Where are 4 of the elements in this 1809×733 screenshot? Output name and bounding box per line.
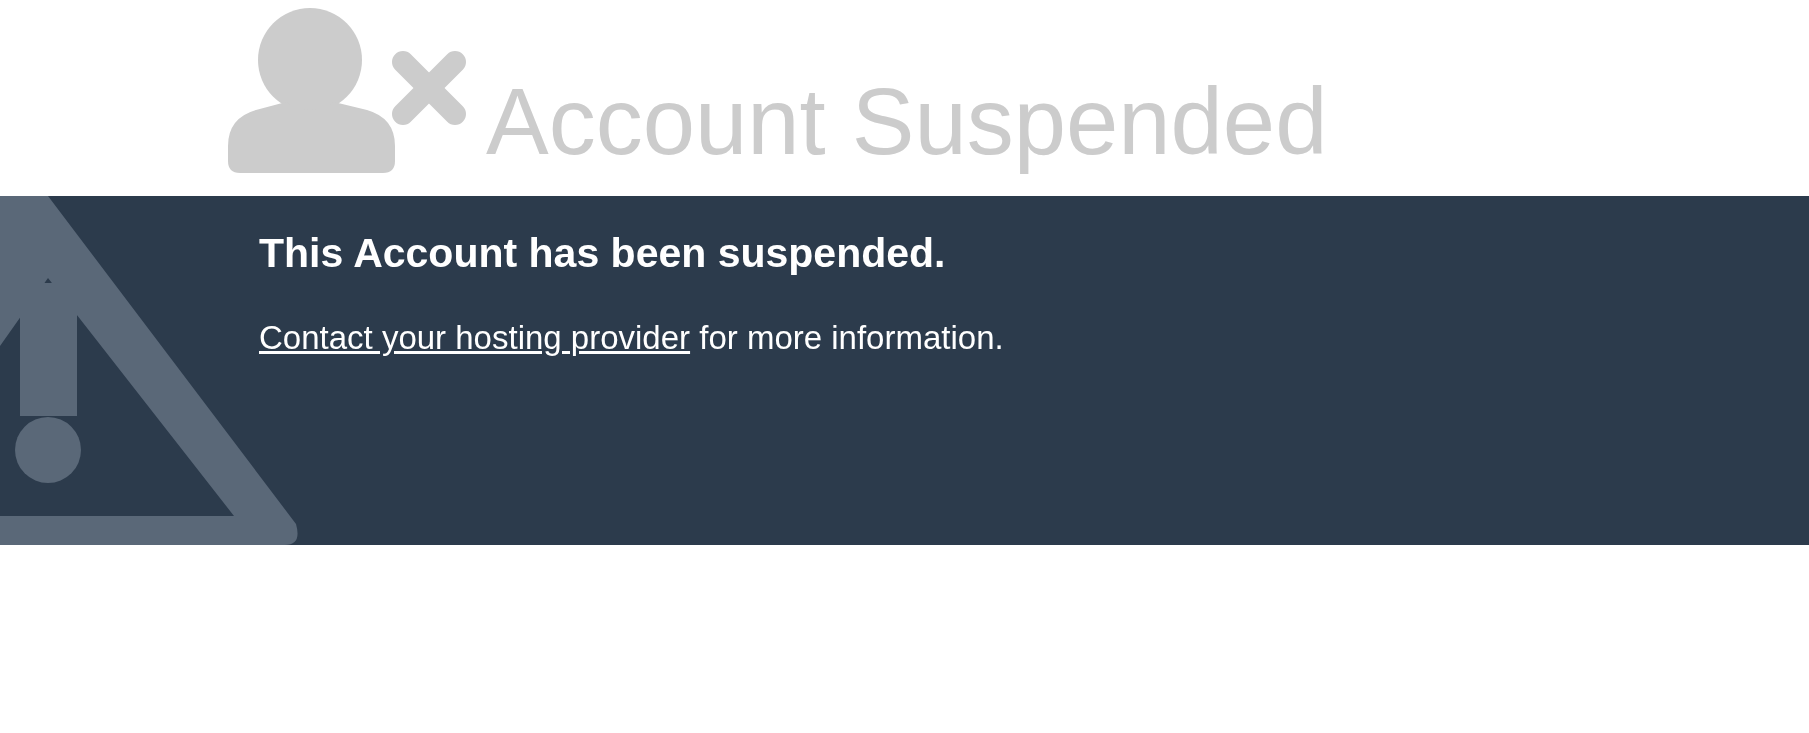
contact-link[interactable]: Contact your hosting provider bbox=[259, 319, 691, 356]
suspension-heading: This Account has been suspended. bbox=[259, 230, 947, 277]
user-remove-icon bbox=[228, 6, 466, 173]
info-message: Contact your hosting provider for more information. bbox=[259, 319, 1005, 357]
